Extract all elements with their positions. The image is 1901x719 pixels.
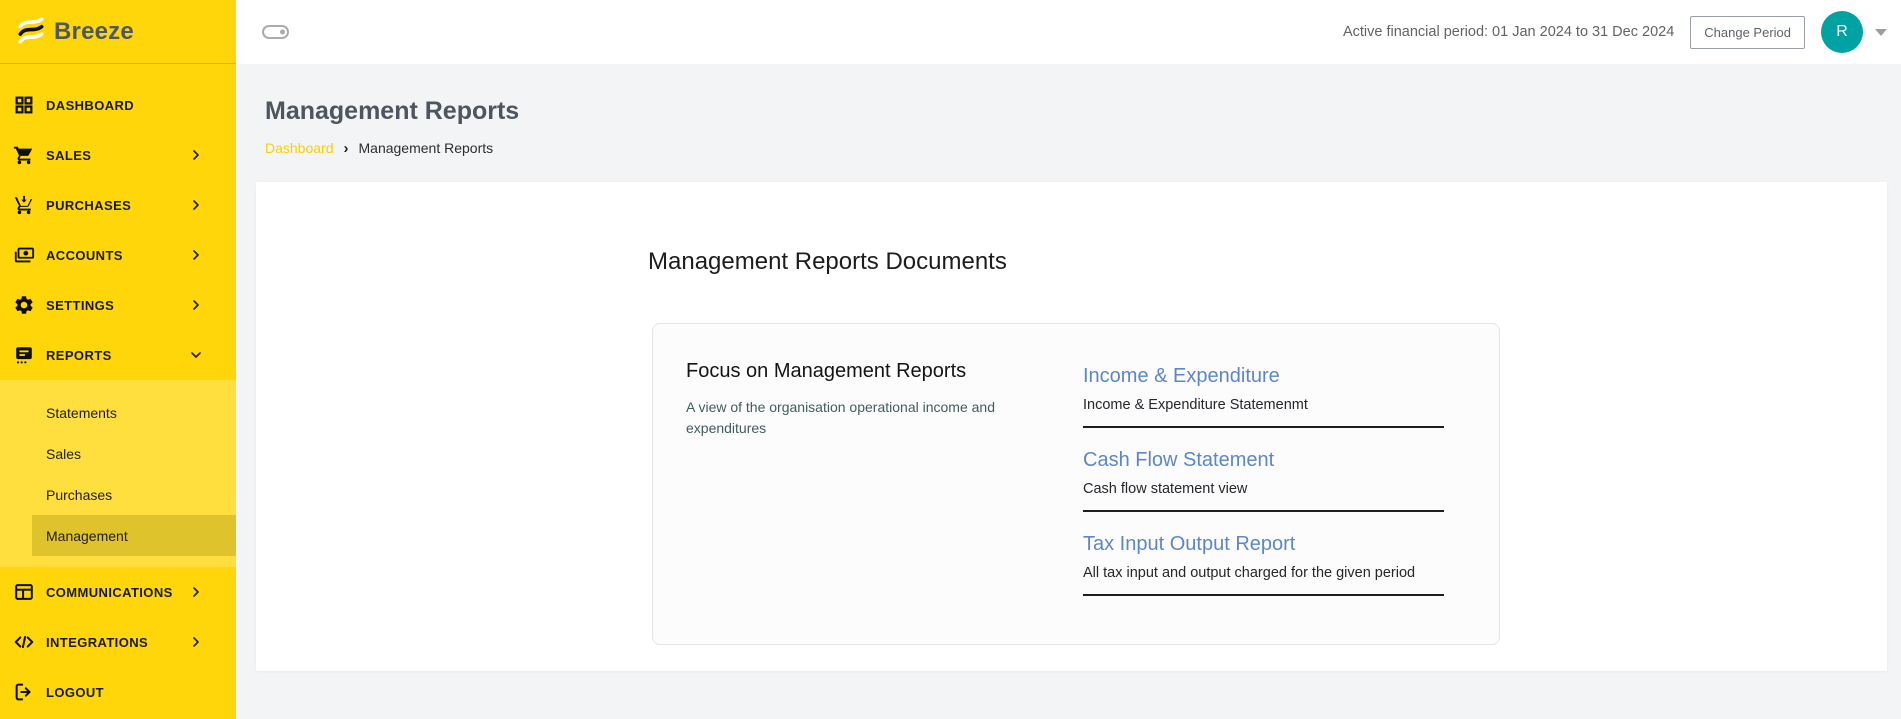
- cart-arrow-down-icon: [12, 193, 36, 217]
- active-period-text: Active financial period: 01 Jan 2024 to …: [1342, 24, 1675, 40]
- main-area: Active financial period: 01 Jan 2024 to …: [236, 0, 1901, 671]
- breadcrumb-dashboard-link[interactable]: Dashboard: [265, 140, 334, 156]
- report-links-column: Income & Expenditure Income & Expenditur…: [1083, 360, 1444, 614]
- sidebar-item-label: SETTINGS: [46, 297, 115, 313]
- sidebar-item-label: INTEGRATIONS: [46, 634, 149, 650]
- sidebar-item-dashboard[interactable]: DASHBOARD: [0, 80, 236, 130]
- submenu-item-statements[interactable]: Statements: [0, 392, 236, 433]
- section-title: Management Reports Documents: [648, 248, 1007, 275]
- submenu-item-purchases[interactable]: Purchases: [0, 474, 236, 515]
- report-description: Cash flow statement view: [1083, 481, 1248, 497]
- chevron-right-icon: [188, 197, 204, 213]
- divider: [1083, 510, 1444, 512]
- chevron-right-icon: [188, 634, 204, 650]
- change-period-button[interactable]: Change Period: [1690, 15, 1805, 49]
- sidebar-item-integrations[interactable]: INTEGRATIONS: [0, 617, 236, 667]
- report-description: All tax input and output charged for the…: [1083, 565, 1416, 581]
- report-description: Income & Expenditure Statemenmt: [1083, 397, 1308, 413]
- sidebar-item-sales[interactable]: SALES: [0, 130, 236, 180]
- sidebar-item-settings[interactable]: SETTINGS: [0, 280, 236, 330]
- focus-heading: Focus on Management Reports: [686, 360, 967, 382]
- chevron-down-icon: [188, 347, 204, 363]
- reports-submenu: Statements Sales Purchases Management: [0, 380, 236, 567]
- sidebar-item-label: LOGOUT: [46, 684, 105, 700]
- submenu-item-label: Sales: [46, 445, 82, 462]
- page-title: Management Reports: [265, 97, 520, 125]
- focus-description: A view of the organisation operational i…: [686, 399, 995, 436]
- logo: Breeze: [0, 0, 236, 64]
- logout-icon: [12, 680, 36, 704]
- avatar[interactable]: R: [1821, 11, 1863, 53]
- chevron-right-icon: [188, 147, 204, 163]
- topbar: Active financial period: 01 Jan 2024 to …: [236, 0, 1901, 64]
- sidebar-item-accounts[interactable]: ACCOUNTS: [0, 230, 236, 280]
- divider: [1083, 426, 1444, 428]
- sidebar-toggle[interactable]: [262, 25, 289, 39]
- chevron-right-icon: [188, 297, 204, 313]
- breeze-wave-icon: [16, 16, 46, 48]
- sidebar-item-label: SALES: [46, 147, 92, 163]
- toggle-dot: [280, 29, 285, 35]
- chevron-right-icon: [188, 584, 204, 600]
- topbar-right: Active financial period: 01 Jan 2024 to …: [1343, 11, 1887, 53]
- report-icon: [12, 343, 36, 367]
- caret-down-icon[interactable]: [1875, 28, 1887, 36]
- report-item-tax-input-output: Tax Input Output Report All tax input an…: [1083, 533, 1444, 596]
- dashboard-grid-icon: [12, 93, 36, 117]
- divider: [1083, 594, 1444, 596]
- breadcrumb: Dashboard › Management Reports: [265, 140, 1887, 156]
- sidebar-item-label: ACCOUNTS: [46, 247, 123, 263]
- focus-card: Focus on Management Reports A view of th…: [652, 323, 1500, 645]
- tax-input-output-link[interactable]: Tax Input Output Report: [1083, 533, 1295, 556]
- report-item-cash-flow: Cash Flow Statement Cash flow statement …: [1083, 449, 1444, 512]
- breadcrumb-current: Management Reports: [358, 140, 494, 156]
- sidebar-item-label: REPORTS: [46, 347, 112, 363]
- submenu-item-sales[interactable]: Sales: [0, 433, 236, 474]
- logo-text: Breeze: [54, 17, 134, 45]
- sidebar-item-reports[interactable]: REPORTS: [0, 330, 236, 380]
- submenu-item-label: Statements: [46, 404, 117, 421]
- reports-panel: Management Reports Documents Focus on Ma…: [256, 182, 1887, 671]
- chevron-right-icon: [188, 247, 204, 263]
- sidebar-item-label: COMMUNICATIONS: [46, 584, 173, 600]
- sidebar-item-purchases[interactable]: PURCHASES: [0, 180, 236, 230]
- sidebar-nav: DASHBOARD SALES PURCHASES ACCOUNTS SETTI…: [0, 64, 236, 717]
- submenu-item-management[interactable]: Management: [32, 515, 236, 556]
- report-item-income-expenditure: Income & Expenditure Income & Expenditur…: [1083, 365, 1444, 428]
- focus-card-left: Focus on Management Reports A view of th…: [686, 360, 1083, 614]
- income-expenditure-link[interactable]: Income & Expenditure: [1083, 365, 1280, 388]
- sidebar-item-label: PURCHASES: [46, 197, 132, 213]
- sidebar: Breeze DASHBOARD SALES PURCHASES ACCOUNT…: [0, 0, 236, 719]
- table-icon: [12, 580, 36, 604]
- code-icon: [12, 630, 36, 654]
- cart-icon: [12, 143, 36, 167]
- sidebar-item-logout[interactable]: LOGOUT: [0, 667, 236, 717]
- submenu-item-label: Management: [46, 527, 128, 544]
- sidebar-item-label: DASHBOARD: [46, 97, 135, 113]
- cash-flow-statement-link[interactable]: Cash Flow Statement: [1083, 449, 1274, 472]
- sidebar-item-communications[interactable]: COMMUNICATIONS: [0, 567, 236, 617]
- page-content: Management Reports Dashboard › Managemen…: [236, 64, 1901, 671]
- submenu-item-label: Purchases: [46, 486, 113, 503]
- gear-icon: [12, 293, 36, 317]
- payments-icon: [12, 243, 36, 267]
- breadcrumb-separator-icon: ›: [343, 139, 349, 157]
